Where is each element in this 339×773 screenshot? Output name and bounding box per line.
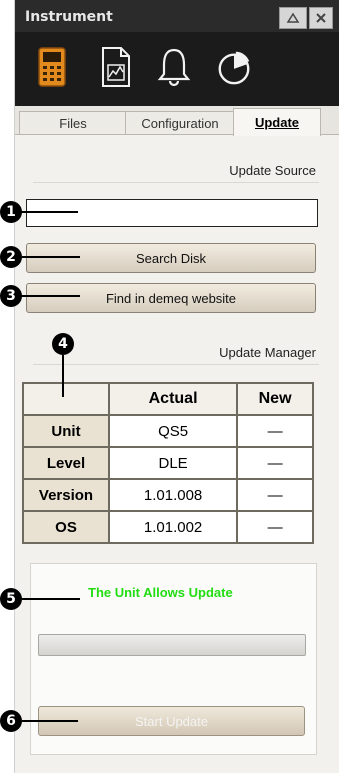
new-value: — <box>236 478 314 512</box>
new-value: — <box>236 414 314 448</box>
table-header-row: Actual New <box>22 382 314 416</box>
title-bar: Instrument <box>15 0 339 32</box>
row-label: Version <box>22 478 110 512</box>
row-label: OS <box>22 510 110 544</box>
table-row: Level DLE — <box>22 446 314 480</box>
search-disk-button[interactable]: Search Disk <box>26 243 316 273</box>
callout-marker: 4 <box>52 333 74 355</box>
status-message: The Unit Allows Update <box>88 585 233 600</box>
update-source-label: Update Source <box>229 163 316 178</box>
new-value: — <box>236 446 314 480</box>
window-title: Instrument <box>25 9 113 25</box>
divider <box>33 364 319 365</box>
start-update-button[interactable]: Start Update <box>38 706 305 736</box>
callout-marker: 3 <box>0 285 22 307</box>
pie-chart-icon[interactable] <box>215 47 253 87</box>
find-in-website-button[interactable]: Find in demeq website <box>26 283 316 313</box>
callout-marker: 1 <box>0 201 22 223</box>
minimize-icon[interactable] <box>279 7 307 29</box>
table-row: OS 1.01.002 — <box>22 510 314 544</box>
table-row: Version 1.01.008 — <box>22 478 314 512</box>
tab-configuration[interactable]: Configuration <box>125 111 235 134</box>
table-row: Unit QS5 — <box>22 414 314 448</box>
column-header-actual: Actual <box>107 382 239 416</box>
callout-leader <box>20 720 78 722</box>
callout-leader <box>20 295 80 297</box>
bell-icon[interactable] <box>155 47 193 87</box>
callout-leader <box>20 598 80 600</box>
actual-value: QS5 <box>107 414 239 448</box>
tab-bar: Files Configuration Update <box>15 106 339 136</box>
actual-value: DLE <box>107 446 239 480</box>
actual-value: 1.01.002 <box>107 510 239 544</box>
close-icon[interactable] <box>309 7 333 29</box>
callout-marker: 2 <box>0 246 22 268</box>
actual-value: 1.01.008 <box>107 478 239 512</box>
callout-leader <box>20 256 80 258</box>
toolbar <box>15 32 339 106</box>
callout-leader <box>20 211 78 213</box>
new-value: — <box>236 510 314 544</box>
update-manager-table: Actual New Unit QS5 — Level DLE — Versio… <box>22 382 314 544</box>
tab-update[interactable]: Update <box>233 108 321 136</box>
callout-marker: 6 <box>0 710 22 732</box>
column-header-new: New <box>236 382 314 416</box>
device-icon[interactable] <box>33 47 71 87</box>
update-source-path-input[interactable] <box>26 199 318 227</box>
divider <box>33 182 319 183</box>
callout-marker: 5 <box>0 588 22 610</box>
callout-leader <box>62 355 64 397</box>
tab-files[interactable]: Files <box>19 111 127 134</box>
update-manager-label: Update Manager <box>219 345 316 360</box>
column-header <box>22 382 110 416</box>
update-progress-bar <box>38 634 306 656</box>
row-label: Unit <box>22 414 110 448</box>
file-chart-icon[interactable] <box>97 47 135 87</box>
row-label: Level <box>22 446 110 480</box>
